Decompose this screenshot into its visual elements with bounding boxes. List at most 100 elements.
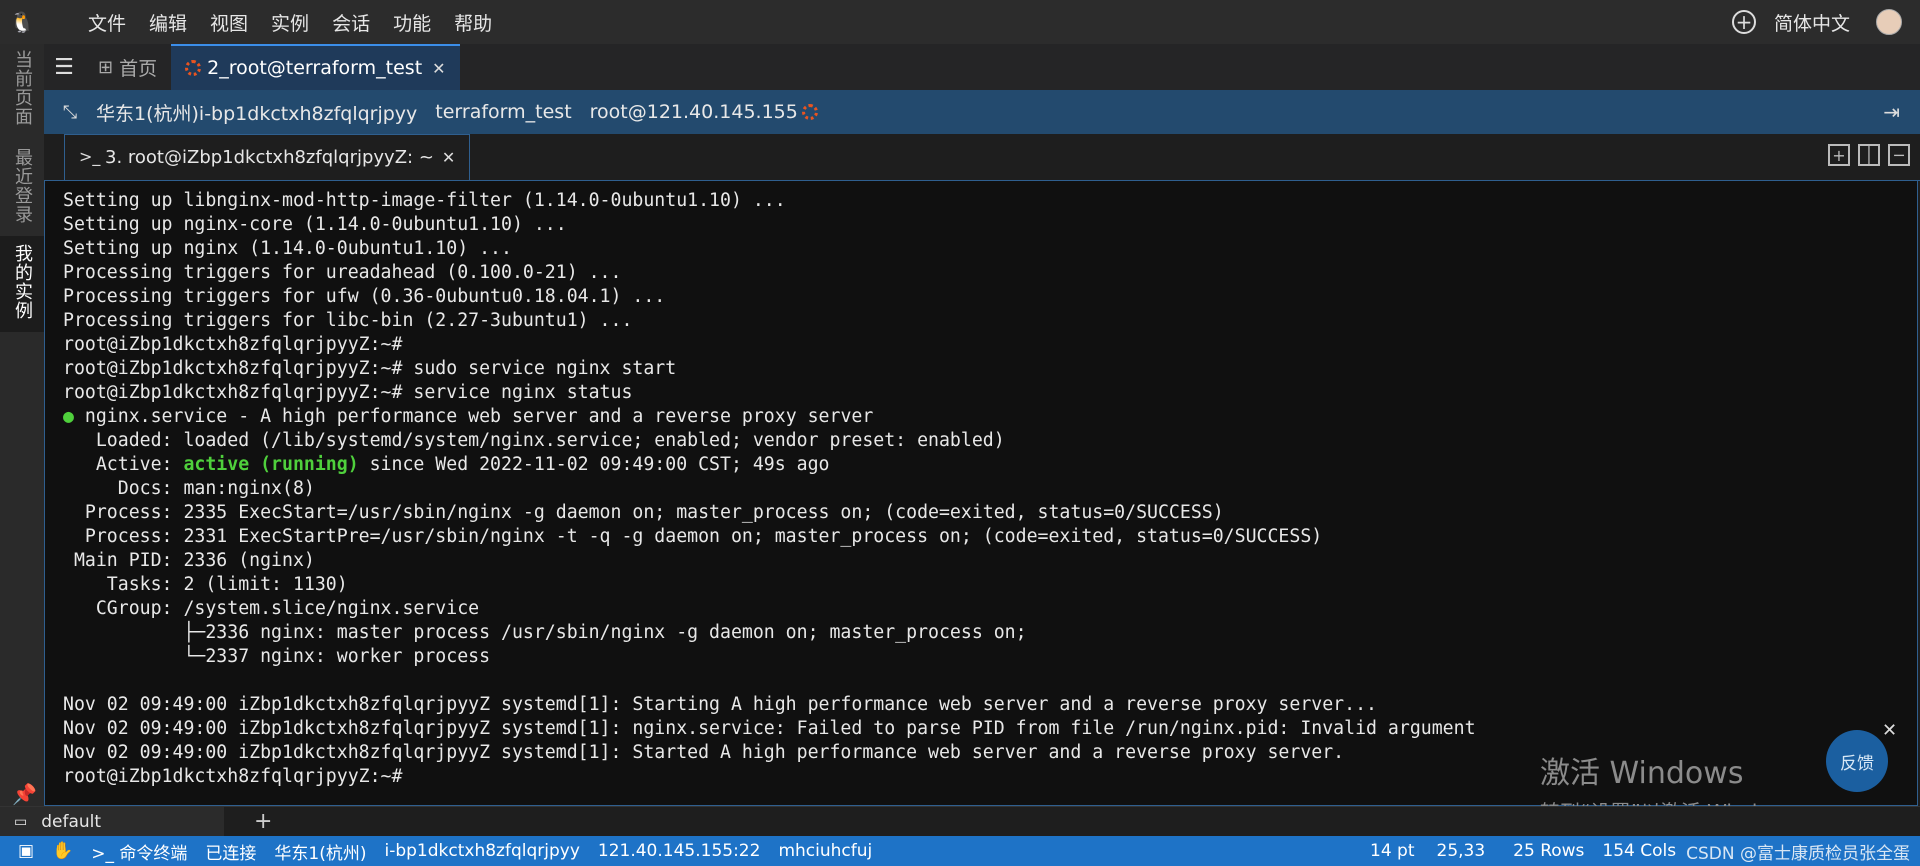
active-state: active (running) [183,454,359,475]
status-bar: ▣ ✋ >_ 命令终端 已连接 华东1(杭州) i-bp1dkctxh8zfql… [0,836,1920,866]
status-cols: 154 Cols [1602,841,1677,861]
session-bar: ▭ default + [0,806,1920,837]
pin-icon[interactable]: 📌 [12,782,37,806]
menu-view[interactable]: 视图 [210,9,248,36]
new-terminal-icon[interactable]: + [1828,144,1850,166]
add-session-icon[interactable]: + [254,809,272,834]
terminal-line: Processing triggers for ureadahead (0.10… [63,262,622,283]
terminal-line: Loaded: loaded (/lib/systemd/system/ngin… [63,430,1005,451]
terminal-line: Main PID: 2336 (nginx) [63,550,315,571]
menu-help[interactable]: 帮助 [454,9,492,36]
split-vertical-icon[interactable]: │ [1858,144,1880,166]
terminal-line: Nov 02 09:49:00 iZbp1dkctxh8zfqlqrjpyyZ … [63,718,1476,739]
service-line: nginx.service - A high performance web s… [73,406,874,427]
status-address: 121.40.145.155:22 [597,841,761,861]
status-cursor: 25,33 [1436,841,1486,861]
close-icon[interactable]: ✕ [432,59,445,78]
terminal[interactable]: Setting up libnginx-mod-http-image-filte… [44,180,1918,806]
terminal-icon: ▭ [14,814,28,830]
tab-session-label: 2_root@terraform_test [207,57,423,79]
vtab-recent-login[interactable]: 最近登录 [0,142,44,234]
vtab-current-page[interactable]: 当前页面 [0,44,44,134]
avatar[interactable] [1876,9,1902,35]
status-font-size[interactable]: 14 pt [1370,841,1415,861]
status-region: 华东1(杭州) [274,843,367,864]
session-default[interactable]: ▭ default [0,807,224,837]
terminal-line: root@iZbp1dkctxh8zfqlqrjpyyZ:~# [63,334,403,355]
expand-icon[interactable]: ⤡ [50,102,90,123]
list-icon[interactable]: ☰ [44,44,84,90]
status-instance: i-bp1dkctxh8zfqlqrjpyy [384,841,580,861]
terminal-actions: + │ ─ [1820,144,1910,166]
terminal-line: Setting up nginx-core (1.14.0-0ubuntu1.1… [63,214,567,235]
status-user: mhciuhcfuj [778,841,873,861]
hand-icon[interactable]: ✋ [52,841,73,861]
status-command-terminal: 命令终端 [119,843,188,864]
menu-function[interactable]: 功能 [393,9,431,36]
vtab-my-instances-label: 我的实例 [12,244,33,320]
menu-instance[interactable]: 实例 [271,9,309,36]
terminal-line: Tasks: 2 (limit: 1130) [63,574,348,595]
terminal-output: Setting up libnginx-mod-http-image-filte… [63,189,1476,789]
terminal-line: Process: 2331 ExecStartPre=/usr/sbin/ngi… [63,526,1323,547]
close-icon[interactable]: ✕ [1882,720,1897,741]
instance-id: 华东1(杭州)i-bp1dkctxh8zfqlqrjpyy [96,102,418,125]
terminal-prompt-icon: >_ [79,147,101,166]
penguin-icon[interactable]: 🐧 [0,0,44,44]
terminal-line: Process: 2335 ExecStart=/usr/sbin/nginx … [63,502,1224,523]
tab-session[interactable]: 2_root@terraform_test ✕ [171,44,460,90]
terminal-line: Setting up nginx (1.14.0-0ubuntu1.10) ..… [63,238,512,259]
watermark-line1: 激活 Windows [1540,756,1744,791]
menu-session[interactable]: 会话 [332,9,370,36]
menu-items: 文件 编辑 视图 实例 会话 功能 帮助 [88,9,515,36]
instance-info-bar: ⤡ 华东1(杭州)i-bp1dkctxh8zfqlqrjpyy terrafor… [44,90,1920,134]
ubuntu-icon [801,104,818,120]
session-name: default [41,812,102,832]
terminal-line: Docs: man:nginx(8) [63,478,315,499]
terminal-tab[interactable]: >_ 3. root@iZbp1dkctxh8zfqlqrjpyyZ: ~ ✕ [64,134,471,180]
terminal-line: root@iZbp1dkctxh8zfqlqrjpyyZ:~# service … [63,382,633,403]
terminal-line: Nov 02 09:49:00 iZbp1dkctxh8zfqlqrjpyyZ … [63,742,1345,763]
tab-home[interactable]: ⊞ 首页 [84,44,171,90]
command-terminal[interactable]: >_ 命令终端 [91,839,187,864]
vtab-recent-login-label: 最近登录 [12,148,33,224]
language-selector[interactable]: 简体中文 [1774,9,1850,36]
ubuntu-icon [185,60,202,76]
status-connected: 已连接 [205,843,257,864]
terminal-line: root@iZbp1dkctxh8zfqlqrjpyyZ:~# sudo ser… [63,358,677,379]
status-rows: 25 Rows [1513,841,1585,861]
terminal-tab-label: 3. root@iZbp1dkctxh8zfqlqrjpyyZ: ~ [105,147,434,168]
vtab-my-instances[interactable]: 我的实例 [0,236,44,332]
menu-file[interactable]: 文件 [88,9,126,36]
exit-icon[interactable]: ⇥ [1883,100,1900,124]
terminal-tab-bar: >_ 3. root@iZbp1dkctxh8zfqlqrjpyyZ: ~ ✕ … [44,134,1920,181]
active-suffix: since Wed 2022-11-02 09:49:00 CST; 49s a… [358,454,830,475]
menu-bar: 🐧 文件 编辑 视图 实例 会话 功能 帮助 + 简体中文 [0,0,1920,44]
menu-edit[interactable]: 编辑 [149,9,187,36]
split-horizontal-icon[interactable]: ─ [1888,144,1910,166]
tab-home-label: 首页 [119,57,158,80]
window-icon[interactable]: ▣ [18,841,34,861]
terminal-line: CGroup: /system.slice/nginx.service [63,598,480,619]
instance-name: terraform_test [435,101,572,123]
terminal-line: Nov 02 09:49:00 iZbp1dkctxh8zfqlqrjpyyZ … [63,694,1377,715]
feedback-button[interactable]: 反馈 [1826,730,1888,792]
active-prefix: Active: [63,454,184,475]
menu-right: + 简体中文 [1731,0,1920,44]
activity-bar: 当前页面 最近登录 我的实例 📌 [0,44,44,836]
terminal-line: └─2337 nginx: worker process [63,646,491,667]
user-host: root@121.40.145.155 [589,101,798,123]
service-status-dot: ● [63,406,74,427]
close-icon[interactable]: ✕ [442,148,455,167]
status-right: 14 pt 25,33 25 Rows 154 Cols CSDN @富士康质检… [1370,836,1920,866]
vtab-current-page-label: 当前页面 [12,50,33,126]
add-circle-icon[interactable]: + [1731,10,1756,34]
terminal-line: Processing triggers for libc-bin (2.27-3… [63,310,633,331]
csdn-watermark: CSDN @富士康质检员张全蛋 [1686,843,1910,864]
terminal-line: root@iZbp1dkctxh8zfqlqrjpyyZ:~# [63,766,403,787]
terminal-line: Processing triggers for ufw (0.36-0ubunt… [63,286,666,307]
terminal-line: Setting up libnginx-mod-http-image-filte… [63,190,786,211]
grid-icon: ⊞ [98,56,114,78]
terminal-line: ├─2336 nginx: master process /usr/sbin/n… [63,622,1027,643]
tab-bar: ☰ ⊞ 首页 2_root@terraform_test ✕ [44,44,1920,90]
